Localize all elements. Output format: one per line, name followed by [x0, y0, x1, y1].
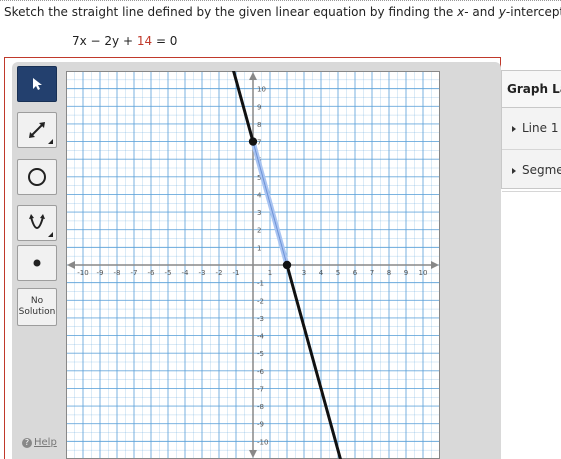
y-tick-label: 8	[257, 121, 261, 129]
layer-item-segment-1[interactable]: Segment 1	[502, 150, 561, 192]
y-tick-label: 7	[257, 139, 261, 147]
parabola-tool-button[interactable]	[17, 205, 57, 241]
x-tick-label: -9	[97, 269, 104, 277]
layer-item-line-1[interactable]: Line 1	[502, 108, 561, 150]
y-tick-label: 4	[257, 191, 262, 199]
layer-item-label: Segment 1	[522, 163, 561, 177]
y-tick-label: 9	[257, 103, 261, 111]
y-tick-label: -9	[257, 421, 264, 429]
layer-item-label: Line 1	[522, 121, 559, 135]
x-tick-label: 1	[268, 269, 272, 277]
y-tick-label: 10	[257, 86, 266, 94]
circle-tool-button[interactable]	[17, 159, 57, 195]
top-divider	[0, 0, 561, 1]
point-icon	[33, 259, 41, 267]
cursor-arrow-icon	[33, 78, 42, 90]
submenu-indicator-icon	[48, 232, 53, 237]
expand-triangle-icon	[512, 167, 516, 174]
line-tool-button[interactable]	[17, 112, 57, 148]
point-tool-button[interactable]	[17, 245, 57, 281]
equation-text: 7x − 2y + 14 = 0	[72, 34, 178, 48]
x-tick-label: 4	[319, 269, 324, 277]
y-tick-label: -10	[257, 438, 268, 446]
help-icon: ?	[22, 437, 32, 448]
y-tick-label: -2	[257, 297, 264, 305]
x-tick-label: -1	[233, 269, 240, 277]
y-tick-label: -5	[257, 350, 264, 358]
x-tick-label: -5	[165, 269, 172, 277]
y-tick-label: 3	[257, 209, 261, 217]
graph-layers-panel: Graph Layers Line 1 Segment 1	[501, 70, 561, 192]
help-link[interactable]: ? Help	[22, 437, 57, 448]
y-tick-label: 1	[257, 244, 261, 252]
submenu-indicator-icon	[48, 139, 53, 144]
graph-layers-header: Graph Layers	[502, 71, 561, 108]
y-tick-label: -6	[257, 368, 265, 376]
plotted-point	[248, 137, 258, 146]
x-tick-label: -2	[216, 269, 223, 277]
y-tick-label: 2	[257, 227, 261, 235]
help-label: Help	[34, 437, 57, 448]
y-tick-label: -8	[257, 403, 264, 411]
x-tick-label: -8	[114, 269, 121, 277]
y-tick-label: -1	[257, 280, 264, 288]
x-tick-label: 7	[370, 269, 374, 277]
y-tick-label: -4	[257, 333, 265, 341]
x-tick-label: -6	[148, 269, 156, 277]
x-tick-label: -7	[131, 269, 138, 277]
x-tick-label: 8	[387, 269, 391, 277]
no-solution-label-line2: Solution	[18, 307, 56, 317]
pointer-tool-button[interactable]	[17, 66, 57, 102]
x-tick-label: -4	[182, 269, 190, 277]
plotted-point	[282, 260, 292, 270]
x-tick-label: 5	[336, 269, 340, 277]
no-solution-button[interactable]: No Solution	[17, 288, 57, 326]
expand-triangle-icon	[512, 125, 516, 132]
x-tick-label: -3	[199, 269, 206, 277]
tool-palette: No Solution	[14, 66, 62, 459]
parabola-icon	[29, 214, 45, 229]
x-tick-label: -10	[77, 269, 88, 277]
coordinate-graph[interactable]: -10-9-8-7-6-5-4-3-2-11345678910109876543…	[66, 71, 440, 459]
x-tick-label: 3	[302, 269, 306, 277]
no-solution-label-line1: No	[30, 296, 44, 306]
y-tick-label: -7	[257, 385, 264, 393]
instruction-text: Sketch the straight line defined by the …	[4, 5, 561, 19]
y-tick-label: -3	[257, 315, 264, 323]
x-tick-label: 9	[404, 269, 408, 277]
line-arrows-icon	[29, 122, 45, 138]
circle-icon	[28, 168, 46, 186]
x-tick-label: 6	[353, 269, 358, 277]
x-tick-label: 10	[419, 269, 428, 277]
